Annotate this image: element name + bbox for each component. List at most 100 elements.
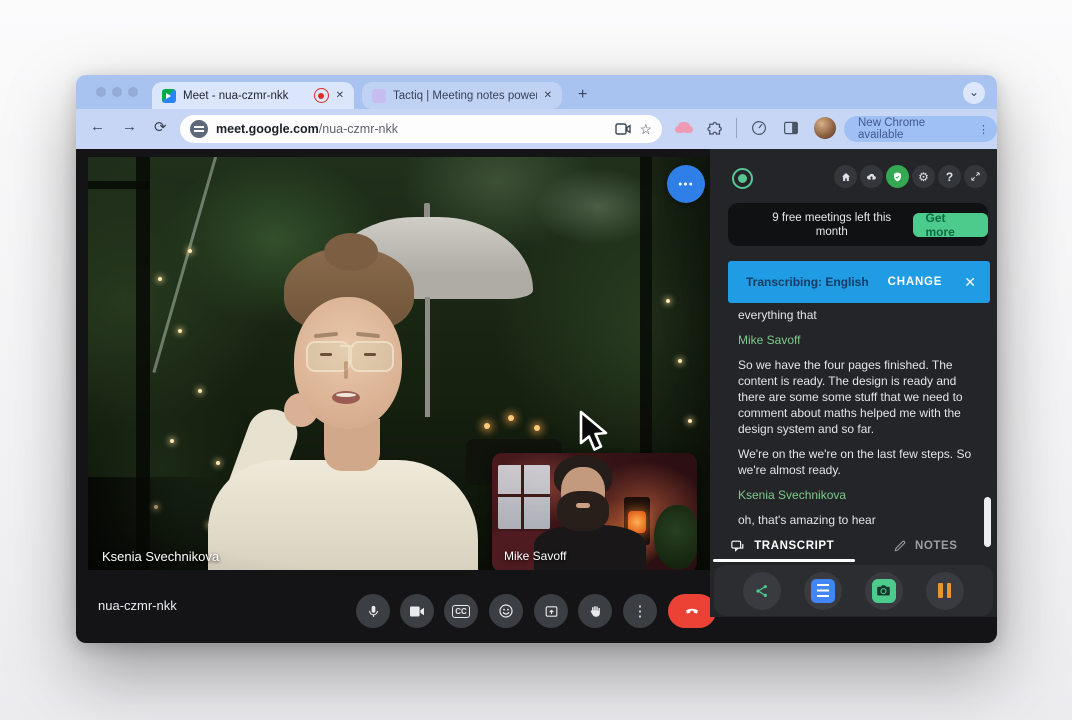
pip-participant-mouth — [576, 503, 590, 508]
present-icon — [544, 604, 559, 619]
tactiq-panel: ⚙ ? 9 free meetings left this month Get … — [710, 149, 997, 617]
tactiq-favicon-icon — [372, 89, 386, 103]
more-options-button[interactable]: ⋮ — [623, 594, 657, 628]
tactiq-extension-icon[interactable] — [678, 122, 690, 131]
bookmark-star-icon[interactable]: ☆ — [639, 121, 652, 138]
camera-icon — [409, 605, 425, 618]
captions-button[interactable]: CC — [444, 594, 478, 628]
new-chrome-label: New Chrome available — [858, 117, 970, 141]
tab-meet[interactable]: Meet - nua-czmr-nkk ✕ — [152, 82, 354, 109]
forward-button[interactable]: → — [122, 118, 137, 135]
get-more-button[interactable]: Get more — [913, 213, 988, 237]
performance-icon[interactable] — [750, 119, 768, 137]
transcript-text: oh, that's amazing to hear — [738, 512, 972, 528]
pause-transcription-button[interactable] — [926, 572, 964, 610]
browser-window: Meet - nua-czmr-nkk ✕ Tactiq | Meeting n… — [76, 75, 997, 643]
back-button[interactable]: ← — [90, 118, 105, 135]
cloud-upload-icon[interactable] — [860, 165, 883, 188]
credits-text: 9 free meetings left this month — [756, 211, 907, 239]
settings-gear-icon[interactable]: ⚙ — [912, 165, 935, 188]
camera-permission-icon[interactable] — [615, 123, 631, 135]
tab-notes[interactable]: NOTES — [854, 530, 998, 562]
screenshot-button[interactable] — [865, 572, 903, 610]
pip-participant-beard — [557, 491, 609, 531]
tactiq-toolbar — [714, 565, 993, 616]
active-tab-underline — [713, 559, 855, 562]
recording-indicator-icon — [314, 88, 329, 103]
reload-button[interactable]: ⟳ — [154, 118, 167, 136]
transcript-text: everything that — [738, 307, 972, 323]
collapse-panel-icon[interactable] — [964, 165, 987, 188]
extensions-puzzle-icon[interactable] — [706, 119, 724, 137]
screenshot-camera-icon — [872, 579, 896, 603]
transcript-speaker: Ksenia Svechnikova — [738, 487, 972, 503]
home-icon[interactable] — [834, 165, 857, 188]
raise-hand-button[interactable] — [578, 594, 612, 628]
profile-avatar[interactable] — [814, 117, 836, 139]
end-call-button[interactable] — [668, 594, 716, 628]
captions-icon: CC — [452, 605, 470, 618]
notes-pencil-icon — [893, 539, 907, 553]
transcript-list: everything that Mike Savoff So we have the… — [738, 307, 972, 529]
close-tab-icon[interactable]: ✕ — [336, 90, 344, 101]
transcript-text: So we have the four pages finished. The … — [738, 357, 972, 437]
google-docs-button[interactable] — [804, 572, 842, 610]
tab-strip: Meet - nua-czmr-nkk ✕ Tactiq | Meeting n… — [76, 75, 997, 109]
tactiq-header: ⚙ ? — [710, 165, 997, 193]
main-participant-name: Ksenia Svechnikova — [102, 549, 219, 564]
panel-tabs: TRANSCRIPT NOTES — [710, 530, 997, 562]
window-with-snow — [498, 465, 550, 529]
transcript-chat-icon — [729, 539, 746, 554]
url-text: meet.google.com/nua-czmr-nkk — [216, 122, 607, 136]
tactiq-floating-bubble[interactable]: ●●● — [667, 165, 705, 203]
pip-participant-torso — [534, 525, 646, 570]
new-tab-button[interactable]: + — [578, 83, 587, 107]
window-close-button[interactable] — [96, 87, 106, 97]
new-chrome-available-button[interactable]: New Chrome available ⋮ — [844, 116, 997, 142]
tactiq-logo-icon — [732, 168, 753, 189]
side-panel-icon[interactable] — [782, 119, 800, 137]
close-tab-icon[interactable]: ✕ — [544, 90, 552, 101]
window-zoom-button[interactable] — [128, 87, 138, 97]
pip-participant-name: Mike Savoff — [504, 549, 566, 563]
help-icon[interactable]: ? — [938, 165, 961, 188]
address-bar[interactable]: meet.google.com/nua-czmr-nkk ☆ — [180, 115, 662, 143]
page-content: Ksenia Svechnikova ●●● Mike Savoff — [76, 149, 997, 643]
site-settings-icon[interactable] — [190, 120, 208, 138]
reactions-button[interactable] — [489, 594, 523, 628]
change-language-button[interactable]: CHANGE — [888, 276, 943, 288]
plant — [654, 505, 697, 569]
hand-icon — [588, 604, 602, 619]
browser-menu-icon[interactable]: ⋮ — [978, 123, 989, 136]
main-video-tile: Ksenia Svechnikova ●●● Mike Savoff — [88, 157, 710, 570]
tab-search-chevron-icon[interactable]: ⌄ — [963, 82, 985, 104]
pause-icon — [938, 583, 951, 598]
more-vertical-icon: ⋮ — [633, 602, 648, 620]
tab-transcript[interactable]: TRANSCRIPT — [710, 530, 854, 562]
privacy-shield-icon[interactable] — [886, 165, 909, 188]
microphone-button[interactable] — [356, 594, 390, 628]
close-banner-icon[interactable]: ✕ — [964, 274, 976, 291]
share-icon — [754, 583, 770, 599]
transcribing-label: Transcribing: English — [746, 275, 888, 289]
end-call-icon — [683, 602, 701, 620]
credits-card: 9 free meetings left this month Get more — [728, 203, 988, 246]
browser-toolbar: ← → ⟳ meet.google.com/nua-czmr-nkk ☆ New… — [76, 109, 997, 149]
emoji-icon — [498, 603, 514, 619]
camera-button[interactable] — [400, 594, 434, 628]
tab-title: Meet - nua-czmr-nkk — [183, 90, 307, 102]
meet-control-bar: nua-czmr-nkk CC — [76, 570, 710, 643]
notes-tab-label: NOTES — [915, 540, 958, 552]
meet-favicon-icon — [162, 89, 176, 103]
pip-video-tile[interactable]: Mike Savoff — [492, 453, 697, 570]
transcript-speaker: Mike Savoff — [738, 332, 972, 348]
present-screen-button[interactable] — [534, 594, 568, 628]
url-path: /nua-czmr-nkk — [319, 122, 398, 136]
transcript-tab-label: TRANSCRIPT — [754, 540, 834, 552]
panel-scrollbar[interactable] — [984, 497, 991, 547]
transcript-text: We're on the we're on the last few steps… — [738, 446, 972, 478]
share-button[interactable] — [743, 572, 781, 610]
transcribing-banner: Transcribing: English CHANGE ✕ — [728, 261, 990, 303]
tab-tactiq[interactable]: Tactiq | Meeting notes power ✕ — [362, 82, 562, 109]
window-minimize-button[interactable] — [112, 87, 122, 97]
